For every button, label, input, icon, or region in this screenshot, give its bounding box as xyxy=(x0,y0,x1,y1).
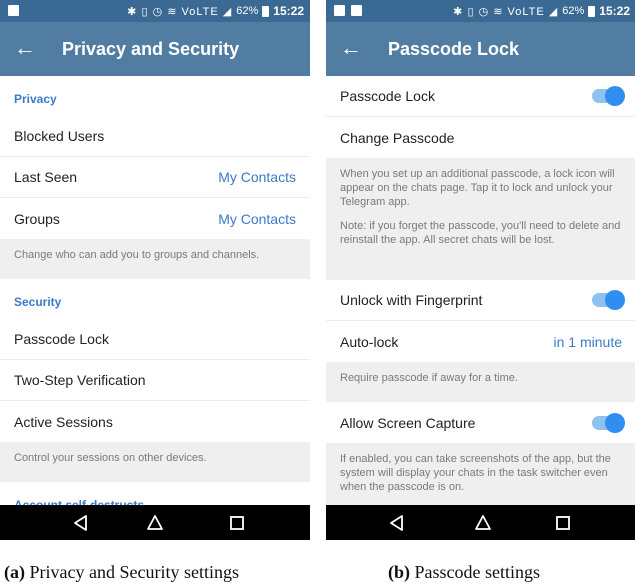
row-label: Passcode Lock xyxy=(14,331,109,347)
battery-icon xyxy=(588,5,596,17)
passcode-info: When you set up an additional passcode, … xyxy=(326,158,635,280)
phone-screen-passcode: ✱ ▯ ◷ ≋ VoLTE ◢ 62% 15:22 ← Passcode Loc… xyxy=(326,0,635,540)
nav-home-icon[interactable] xyxy=(474,514,492,532)
caption-a-label: (a) xyxy=(4,562,25,582)
navigation-bar xyxy=(0,505,310,540)
screen-capture-toggle[interactable] xyxy=(592,412,625,433)
section-header-account: Account self-destructs xyxy=(14,498,145,505)
alarm-icon: ◷ xyxy=(152,5,164,18)
privacy-info: Change who can add you to groups and cha… xyxy=(0,239,310,279)
screen-capture-info: If enabled, you can take screenshots of … xyxy=(326,443,635,505)
row-blocked-users[interactable]: Blocked Users xyxy=(0,116,310,157)
toggle-knob xyxy=(605,86,625,106)
row-two-step-verification[interactable]: Two-Step Verification xyxy=(0,360,310,401)
settings-list: Passcode Lock Change Passcode When you s… xyxy=(326,76,635,505)
fingerprint-toggle[interactable] xyxy=(592,290,625,310)
row-label: Auto-lock xyxy=(340,333,399,350)
caption-a: (a) Privacy and Security settings xyxy=(4,562,239,583)
clock: 15:22 xyxy=(599,4,630,18)
passcode-info-text: When you set up an additional passcode, … xyxy=(340,168,615,208)
back-arrow-icon[interactable]: ← xyxy=(14,35,36,61)
wifi-icon: ≋ xyxy=(167,5,178,18)
phone-screen-privacy: ✱ ▯ ◷ ≋ VoLTE ◢ 62% 15:22 ← Privacy and … xyxy=(0,0,310,540)
row-label: Allow Screen Capture xyxy=(340,414,476,431)
caption-a-text: Privacy and Security settings xyxy=(29,562,239,582)
signal-icon: ◢ xyxy=(548,5,559,18)
row-label: Active Sessions xyxy=(14,413,113,430)
back-arrow-icon[interactable]: ← xyxy=(340,35,362,61)
row-change-passcode[interactable]: Change Passcode xyxy=(326,117,635,158)
caption-b-text: Passcode settings xyxy=(414,562,541,582)
notification-icons xyxy=(8,5,19,16)
autolock-info: Require passcode if away for a time. xyxy=(326,362,635,402)
status-icons: ✱ ▯ ◷ ≋ VoLTE ◢ xyxy=(127,5,232,18)
nav-back-icon[interactable] xyxy=(72,514,90,532)
toggle-knob xyxy=(605,290,625,310)
nav-home-icon[interactable] xyxy=(146,514,164,532)
vibrate-icon: ▯ xyxy=(467,5,475,18)
battery-percent: 62% xyxy=(562,5,585,17)
row-last-seen[interactable]: Last Seen My Contacts xyxy=(0,157,310,198)
toggle-knob xyxy=(605,412,625,433)
wifi-icon: ≋ xyxy=(493,5,504,18)
row-value: My Contacts xyxy=(218,210,296,227)
status-icons: ✱ ▯ ◷ ≋ VoLTE ◢ xyxy=(453,5,558,18)
nav-recents-icon[interactable] xyxy=(228,514,246,532)
row-label: Two-Step Verification xyxy=(14,372,146,388)
nav-back-icon[interactable] xyxy=(388,514,406,532)
battery-icon xyxy=(262,5,270,17)
status-bar: ✱ ▯ ◷ ≋ VoLTE ◢ 62% 15:22 xyxy=(0,0,310,22)
system-icons: ✱ ▯ ◷ ≋ VoLTE ◢ 62% 15:22 xyxy=(127,4,304,18)
signal-icon: ◢ xyxy=(222,5,233,18)
caption-b: (b) Passcode settings xyxy=(388,562,540,583)
page-title: Passcode Lock xyxy=(388,39,520,59)
bluetooth-icon: ✱ xyxy=(127,5,138,18)
row-label: Groups xyxy=(14,210,60,227)
row-auto-lock[interactable]: Auto-lock in 1 minute xyxy=(326,321,635,362)
volte-label: VoLTE xyxy=(507,5,545,18)
alarm-icon: ◷ xyxy=(478,5,490,18)
volte-label: VoLTE xyxy=(181,5,219,18)
battery-percent: 62% xyxy=(236,5,259,17)
row-label: Change Passcode xyxy=(340,129,455,146)
vibrate-icon: ▯ xyxy=(141,5,149,18)
page-title: Privacy and Security xyxy=(62,39,240,59)
passcode-lock-toggle[interactable] xyxy=(592,86,625,106)
notification-icon xyxy=(8,5,19,16)
row-passcode-lock[interactable]: Passcode Lock xyxy=(326,76,635,117)
notification-icons xyxy=(334,5,362,16)
row-label: Passcode Lock xyxy=(340,88,435,104)
notification-icon xyxy=(351,5,362,16)
passcode-note-text: Note: if you forget the passcode, you'll… xyxy=(340,220,621,246)
nav-recents-icon[interactable] xyxy=(554,514,572,532)
navigation-bar xyxy=(326,505,635,540)
row-label: Last Seen xyxy=(14,169,78,185)
row-groups[interactable]: Groups My Contacts xyxy=(0,198,310,239)
gallery-notification-icon xyxy=(334,5,345,16)
bluetooth-icon: ✱ xyxy=(453,5,464,18)
caption-b-label: (b) xyxy=(388,562,410,582)
row-passcode-lock[interactable]: Passcode Lock xyxy=(0,319,310,360)
row-unlock-fingerprint[interactable]: Unlock with Fingerprint xyxy=(326,280,635,321)
section-header-security: Security xyxy=(14,295,62,309)
row-value: My Contacts xyxy=(218,169,296,185)
app-bar: ← Privacy and Security xyxy=(0,22,310,76)
row-allow-screen-capture[interactable]: Allow Screen Capture xyxy=(326,402,635,443)
system-icons: ✱ ▯ ◷ ≋ VoLTE ◢ 62% 15:22 xyxy=(453,4,630,18)
row-label: Blocked Users xyxy=(14,128,105,144)
row-value: in 1 minute xyxy=(553,333,622,350)
app-bar: ← Passcode Lock xyxy=(326,22,635,76)
settings-list: Privacy Blocked Users Last Seen My Conta… xyxy=(0,76,310,505)
status-bar: ✱ ▯ ◷ ≋ VoLTE ◢ 62% 15:22 xyxy=(326,0,635,22)
row-active-sessions[interactable]: Active Sessions xyxy=(0,401,310,442)
section-header-privacy: Privacy xyxy=(14,92,57,106)
row-label: Unlock with Fingerprint xyxy=(340,292,483,308)
clock: 15:22 xyxy=(273,4,304,18)
security-info: Control your sessions on other devices. xyxy=(0,442,310,482)
